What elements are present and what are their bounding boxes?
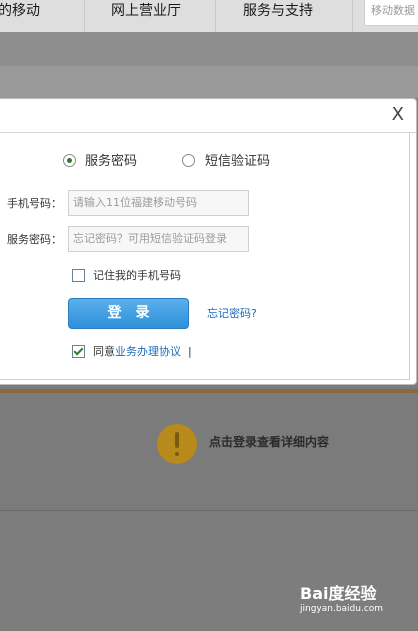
close-icon[interactable]: X (392, 104, 404, 126)
dialog-header: X (0, 99, 416, 133)
agree-checkbox[interactable] (72, 345, 85, 358)
watermark-text: Bai度经验 (300, 584, 377, 603)
header-band (0, 32, 418, 66)
nav-item-service-support[interactable]: 服务与支持 (243, 0, 313, 32)
login-dialog: X 服务密码 短信验证码 手机号码： 请输入11位福建移动号码 服务密码： 忘记… (0, 98, 417, 385)
phone-label: 手机号码： (7, 197, 62, 210)
nav-item-my-mobile[interactable]: 我的移动 (0, 0, 40, 32)
radio-sms-code[interactable] (182, 154, 195, 167)
dialog-body: 服务密码 短信验证码 手机号码： 请输入11位福建移动号码 服务密码： 忘记密码… (0, 133, 410, 380)
phone-input[interactable]: 请输入11位福建移动号码 (68, 190, 249, 216)
nav-separator (215, 0, 216, 32)
radio-service-password[interactable] (63, 154, 76, 167)
exclamation-icon (157, 424, 197, 464)
baidu-jingyan-watermark: Bai度经验 jingyan.baidu.com (300, 578, 410, 618)
header-band-lower (0, 66, 418, 98)
nav-separator (352, 0, 353, 32)
radio-label-service-password[interactable]: 服务密码 (85, 150, 137, 169)
agree-suffix: | (188, 345, 192, 358)
login-prompt-text: 点击登录查看详细内容 (209, 435, 330, 449)
agree-text: 同意业务办理协议 | (93, 343, 192, 359)
password-input[interactable]: 忘记密码？可用短信验证码登录 (68, 226, 249, 252)
login-button[interactable]: 登录 (68, 298, 189, 329)
top-navigation: 我的移动 网上营业厅 服务与支持 移动数据 (0, 0, 418, 32)
remember-checkbox[interactable] (72, 269, 85, 282)
forgot-password-link[interactable]: 忘记密码? (207, 305, 257, 321)
radio-label-sms-code[interactable]: 短信验证码 (205, 150, 270, 169)
agree-prefix: 同意 (93, 345, 115, 358)
content-divider (0, 389, 418, 393)
agreement-link[interactable]: 业务办理协议 (115, 345, 181, 358)
nav-item-online-hall[interactable]: 网上营业厅 (111, 0, 181, 32)
search-input[interactable]: 移动数据 (364, 0, 418, 26)
password-label: 服务密码： (7, 233, 62, 246)
nav-separator (84, 0, 85, 32)
remember-label[interactable]: 记住我的手机号码 (93, 267, 181, 283)
watermark-url: jingyan.baidu.com (300, 604, 384, 614)
